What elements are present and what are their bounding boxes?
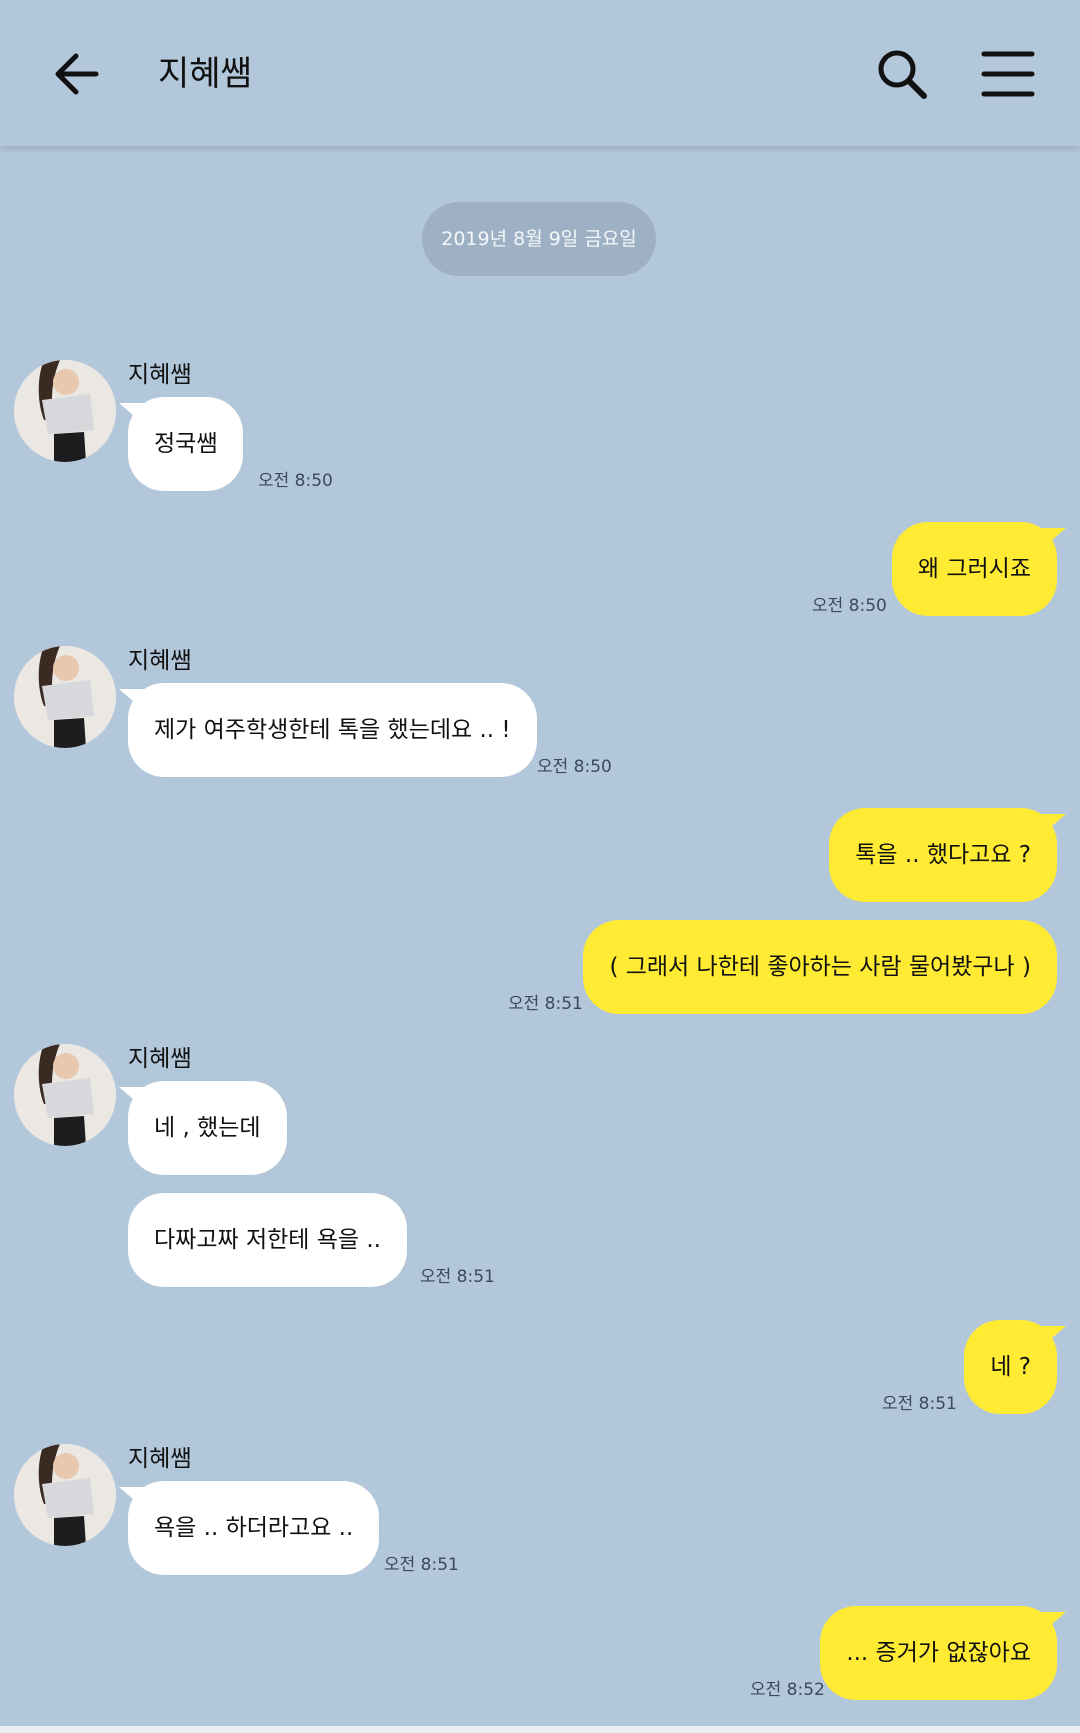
back-button[interactable]: [48, 44, 108, 104]
outgoing-message-bubble[interactable]: 톡을 .. 했다고요 ?: [829, 808, 1066, 902]
profile-photo-icon: [14, 360, 116, 462]
profile-photo-icon: [14, 1444, 116, 1546]
message-time: 오전 8:51: [420, 1267, 495, 1287]
profile-photo-icon: [14, 646, 116, 748]
search-icon: [878, 50, 927, 99]
message-time: 오전 8:50: [537, 757, 612, 777]
message-time: 오전 8:51: [508, 994, 583, 1014]
outgoing-message-bubble[interactable]: ( 그래서 나한테 좋아하는 사람 물어봤구나 ): [583, 920, 1057, 1014]
arrow-left-icon: [55, 53, 99, 95]
incoming-message-bubble[interactable]: 다짜고짜 저한테 욕을 ..: [128, 1193, 407, 1287]
sender-name: 지혜쌤: [128, 648, 192, 674]
message-time: 오전 8:50: [812, 596, 887, 616]
search-button[interactable]: [872, 44, 932, 104]
message-time: 오전 8:50: [258, 471, 333, 491]
message-time: 오전 8:51: [882, 1394, 957, 1414]
avatar[interactable]: [14, 1044, 116, 1146]
incoming-message-bubble[interactable]: 네 , 했는데: [119, 1081, 287, 1175]
chat-header: 지혜쌤: [0, 0, 1080, 146]
outgoing-message-bubble[interactable]: ... 증거가 없잖아요: [820, 1606, 1066, 1700]
sender-name: 지혜쌤: [128, 1046, 192, 1072]
outgoing-message-bubble[interactable]: 네 ?: [964, 1320, 1066, 1414]
incoming-message-bubble[interactable]: 욕을 .. 하더라고요 ..: [118, 1481, 380, 1575]
bottom-bar-edge: [0, 1726, 1080, 1733]
message-time: 오전 8:51: [384, 1555, 459, 1575]
profile-photo-icon: [14, 1044, 116, 1146]
avatar[interactable]: [14, 646, 116, 748]
sender-name: 지혜쌤: [128, 1446, 192, 1472]
incoming-message-bubble[interactable]: 정국쌤: [118, 397, 244, 491]
outgoing-message-bubble[interactable]: 왜 그러시죠: [891, 522, 1067, 616]
hamburger-menu-icon: [981, 51, 1035, 97]
message-time: 오전 8:52: [750, 1680, 825, 1700]
avatar[interactable]: [14, 360, 116, 462]
chat-title: 지혜쌤: [158, 54, 252, 94]
avatar[interactable]: [14, 1444, 116, 1546]
sender-name: 지혜쌤: [128, 362, 192, 388]
date-divider: 2019년 8월 9일 금요일: [422, 202, 656, 276]
incoming-message-bubble[interactable]: 제가 여주학생한테 톡을 했는데요 .. !: [119, 683, 537, 777]
menu-button[interactable]: [980, 48, 1036, 100]
